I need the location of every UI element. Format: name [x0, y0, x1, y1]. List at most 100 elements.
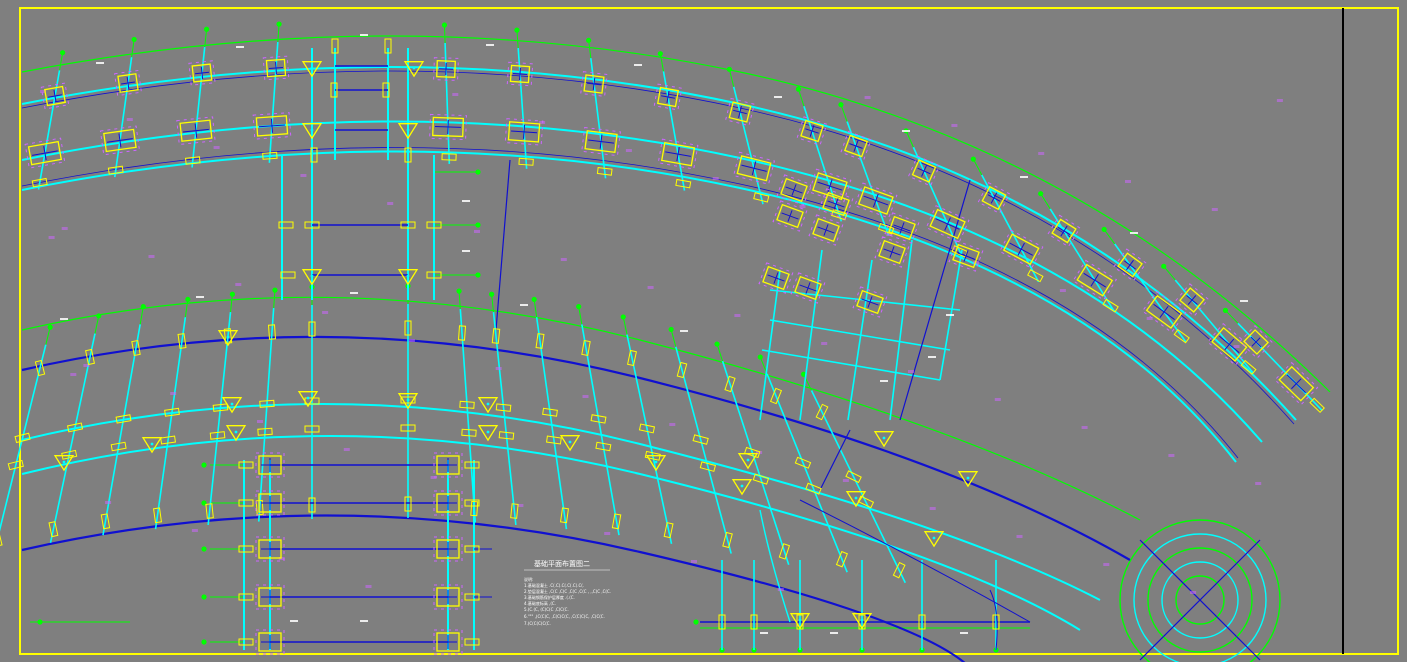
dimension-text — [880, 380, 888, 382]
pile-cap-center — [226, 335, 230, 339]
rebar-mark — [647, 286, 654, 289]
axis-bubble — [838, 102, 844, 108]
rebar-mark — [712, 177, 719, 180]
dimension-text — [760, 632, 768, 634]
dimension-text — [928, 356, 936, 358]
dimension-text — [486, 44, 494, 46]
notes-line-0: 说明: — [524, 576, 533, 582]
dimension-text — [680, 330, 688, 332]
pile-cap-center — [230, 402, 234, 406]
dimension-text — [360, 620, 368, 622]
rebar-mark — [235, 283, 242, 286]
pile-cap-center — [966, 476, 970, 480]
dimension-text — [290, 620, 298, 622]
dimension-text — [1020, 176, 1028, 178]
cad-viewport[interactable]: 基础平面布置图二 说明: 1.基础混凝土 .C(.C(.C(.C(.C(.C(.… — [0, 0, 1407, 662]
pile-cap-center — [234, 430, 238, 434]
notes-title: 基础平面布置图二 — [534, 559, 590, 568]
rebar-mark — [821, 342, 828, 345]
rebar-mark — [322, 311, 329, 314]
pile-cap-center — [654, 460, 658, 464]
axis-bubble — [1038, 191, 1044, 197]
dimension-text — [1240, 300, 1248, 302]
axis-bubble — [203, 26, 210, 32]
pile-cap-center — [798, 618, 802, 622]
axis-bubble — [657, 51, 663, 57]
rebar-mark — [452, 93, 459, 96]
rebar-mark — [604, 532, 611, 535]
dimension-text — [946, 314, 954, 316]
rebar-mark — [148, 255, 155, 258]
rebar-mark — [408, 339, 415, 342]
axis-bubble — [201, 594, 207, 600]
pile-cap-center — [412, 66, 416, 70]
axis-line — [444, 27, 446, 44]
dimension-text — [360, 34, 368, 36]
rebar-mark — [474, 230, 480, 233]
column-footing — [429, 113, 467, 141]
rebar-mark — [582, 395, 589, 398]
rebar-mark — [951, 124, 958, 127]
notes-line-2: 2.垫层混凝土 ,C(C ,C(C ,C(C ,C(C , ,,C(C ,C(C… — [524, 588, 611, 594]
rebar-mark — [1125, 180, 1131, 183]
rebar-mark — [799, 205, 806, 208]
rebar-mark — [842, 479, 849, 482]
rebar-mark — [126, 118, 133, 121]
axis-bubble — [576, 304, 582, 310]
rebar-mark — [48, 236, 55, 239]
axis-bubble — [229, 291, 235, 297]
rebar-mark — [669, 423, 676, 426]
rebar-mark — [300, 174, 307, 177]
rebar-mark — [1211, 208, 1218, 211]
rebar-mark — [365, 585, 372, 588]
rebar-mark — [1255, 482, 1262, 485]
foundation-plan-drawing[interactable]: 基础平面布置图二 说明: 1.基础混凝土 .C(.C(.C(.C(.C(.C(.… — [0, 0, 1407, 662]
rebar-mark — [1233, 345, 1240, 348]
axis-bubble — [795, 86, 802, 92]
axis-bubble — [1101, 226, 1107, 233]
notes-line-4: 4.基础底标高 ,(C. — [524, 600, 556, 606]
rebar-mark — [191, 529, 198, 532]
axis-bubble — [37, 619, 43, 625]
dimension-text — [60, 318, 68, 320]
rebar-mark — [387, 202, 394, 205]
rebar-mark — [864, 96, 871, 99]
axis-bubble — [489, 291, 495, 297]
rebar-mark — [105, 501, 112, 504]
dimension-text — [96, 62, 104, 64]
axis-bubble — [47, 324, 53, 330]
rebar-mark — [70, 373, 77, 376]
pile-cap-center — [740, 484, 744, 488]
rebar-mark — [908, 370, 914, 373]
rebar-mark — [1168, 454, 1175, 457]
pile-cap-center — [860, 618, 864, 622]
pile-cap-center — [854, 496, 858, 500]
axis-bubble — [1161, 263, 1167, 269]
rebar-mark — [560, 258, 567, 261]
rebar-mark — [61, 227, 68, 230]
axis-bubble — [276, 21, 282, 27]
dimension-text — [634, 64, 642, 66]
pile-cap-center — [932, 536, 936, 540]
rebar-mark — [1276, 99, 1283, 102]
axis-bubble — [475, 169, 481, 175]
pile-cap-center — [62, 460, 66, 464]
pile-cap-center — [882, 436, 886, 440]
axis-bubble — [201, 462, 207, 468]
rebar-mark — [994, 398, 1001, 401]
rebar-mark — [170, 392, 177, 395]
dimension-text — [236, 46, 244, 48]
rebar-mark — [257, 420, 263, 423]
dimension-text — [462, 250, 470, 252]
notes-line-1: 1.基础混凝土 .C(.C(.C(.C(.C(.C(. — [524, 582, 584, 588]
axis-bubble — [201, 546, 207, 552]
rebar-mark — [1081, 426, 1088, 429]
dimension-text — [196, 296, 204, 298]
rebar-mark — [1190, 591, 1197, 594]
notes-line-3: 3.基础钢筋保护层厚度 .(.(C. — [524, 594, 575, 600]
axis-bubble — [475, 272, 481, 278]
rebar-mark — [1016, 535, 1023, 538]
rebar-mark — [1038, 152, 1045, 155]
dimension-text — [1130, 232, 1138, 234]
rebar-mark — [213, 146, 220, 149]
